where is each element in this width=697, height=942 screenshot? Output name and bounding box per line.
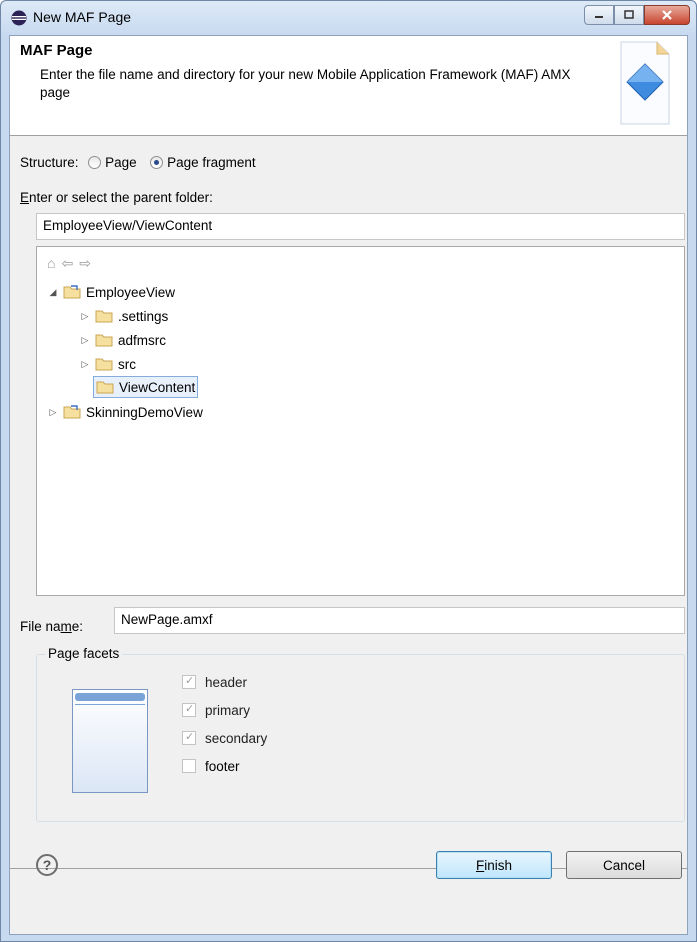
back-arrow-icon[interactable]: ⇦ (61, 255, 73, 272)
tree-item-adfmsrc[interactable]: ▷ adfmsrc (79, 329, 166, 351)
title-bar[interactable]: New MAF Page (1, 1, 696, 35)
radio-page[interactable]: Page (88, 155, 137, 170)
radio-page-fragment-button[interactable] (150, 156, 164, 169)
folder-icon (96, 381, 114, 394)
tree-item-employeeview[interactable]: ◢ EmployeeView (47, 281, 176, 303)
folder-icon (95, 358, 113, 371)
wizard-header: MAF Page Enter the file name and directo… (10, 36, 687, 136)
parent-folder-label-text: nter or select the parent folder: (29, 190, 213, 205)
file-name-label-b: e: (71, 619, 84, 634)
parent-folder-input[interactable]: EmployeeView/ViewContent (36, 213, 685, 240)
radio-page-label: Page (105, 155, 137, 170)
help-button[interactable]: ? (36, 854, 58, 876)
tree-item-label: .settings (118, 308, 169, 324)
expand-arrow-icon[interactable]: ▷ (79, 359, 91, 370)
parent-folder-mnemonic: E (20, 190, 30, 205)
page-facets-title: Page facets (45, 646, 123, 661)
tree-item-settings[interactable]: ▷ .settings (79, 305, 169, 327)
file-name-input[interactable]: NewPage.amxf (114, 607, 685, 634)
home-icon[interactable]: ⌂ (47, 255, 55, 272)
expand-arrow-icon[interactable]: ▷ (47, 407, 59, 418)
eclipse-icon (11, 10, 27, 26)
page-preview-icon (72, 689, 148, 793)
tree-item-label: ViewContent (119, 379, 196, 395)
window-title: New MAF Page (33, 9, 132, 25)
folder-icon (95, 334, 113, 347)
file-name-label-a: File na (20, 619, 61, 634)
dialog-window: New MAF Page MAF Page Enter the file nam… (0, 0, 697, 942)
tree-item-skinningdemoview[interactable]: ▷ SkinningDemoView (47, 401, 203, 423)
file-name-mnemonic: m (60, 619, 72, 634)
radio-page-fragment[interactable]: Page fragment (150, 155, 256, 170)
footer-checkbox[interactable] (182, 759, 196, 773)
tree-item-label: adfmsrc (118, 332, 167, 348)
finish-label: inish (484, 857, 512, 873)
project-folder-icon (63, 285, 81, 299)
structure-label: Structure: (20, 155, 79, 170)
collapse-arrow-icon[interactable]: ◢ (47, 287, 59, 298)
facet-secondary: secondary (182, 730, 268, 746)
wizard-description: Enter the file name and directory for yo… (40, 67, 571, 100)
parent-folder-label: Enter or select the parent folder: (20, 190, 213, 205)
facet-label: footer (205, 759, 240, 774)
finish-button[interactable]: Finish (436, 851, 552, 879)
facet-header: header (182, 674, 248, 690)
tree-item-viewcontent[interactable]: ViewContent (93, 376, 199, 398)
tree-toolbar: ⌂ ⇦ ⇨ (47, 255, 91, 272)
expand-arrow-icon[interactable]: ▷ (79, 311, 91, 322)
tree-item-src[interactable]: ▷ src (79, 353, 136, 375)
minimize-icon (595, 16, 603, 18)
radio-page-fragment-label: Page fragment (167, 155, 256, 170)
folder-tree[interactable]: ⌂ ⇦ ⇨ ◢ EmployeeView ▷ .settings ▷ adfms… (36, 246, 685, 596)
page-file-icon (620, 41, 670, 125)
tree-item-label: EmployeeView (86, 284, 176, 300)
finish-mnemonic: F (475, 857, 485, 873)
maximize-button[interactable] (614, 5, 644, 25)
facet-label: secondary (205, 731, 268, 746)
structure-row: Structure: Page Page fragment (20, 155, 256, 170)
folder-icon (95, 310, 113, 323)
expand-arrow-icon[interactable]: ▷ (79, 335, 91, 346)
radio-page-button[interactable] (88, 156, 102, 169)
dialog-body: MAF Page Enter the file name and directo… (9, 35, 688, 935)
cancel-button[interactable]: Cancel (566, 851, 682, 879)
maximize-icon (624, 10, 634, 19)
header-checkbox (182, 674, 196, 689)
page-facets-group: Page facets header primary secondary foo… (36, 646, 685, 822)
tree-item-label: src (118, 356, 136, 372)
facet-label: primary (205, 703, 251, 718)
close-icon (662, 10, 672, 20)
facet-label: header (205, 675, 248, 690)
secondary-checkbox (182, 730, 196, 745)
tree-item-label: SkinningDemoView (86, 404, 203, 420)
facet-footer[interactable]: footer (182, 759, 240, 774)
forward-arrow-icon[interactable]: ⇨ (79, 255, 91, 272)
facet-primary: primary (182, 702, 251, 718)
file-name-label: File name: (20, 619, 83, 634)
minimize-button[interactable] (584, 5, 614, 25)
wizard-title: MAF Page (20, 42, 93, 59)
project-folder-icon (63, 405, 81, 419)
primary-checkbox (182, 702, 196, 717)
close-button[interactable] (644, 5, 690, 25)
